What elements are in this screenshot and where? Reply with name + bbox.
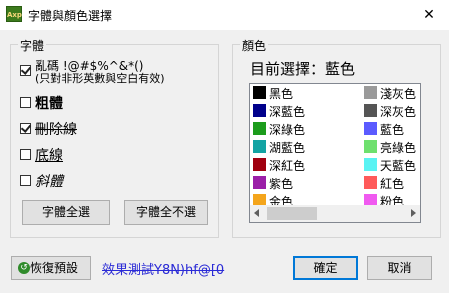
check-icon	[20, 64, 32, 75]
close-icon: ✕	[423, 7, 435, 23]
color-swatch	[253, 104, 266, 117]
garble-checkbox[interactable]	[20, 64, 32, 76]
garble-sublabel: (只對非形英數與空白有效)	[35, 72, 165, 85]
color-swatch	[253, 122, 266, 135]
italic-checkbox[interactable]	[20, 175, 31, 186]
app-icon: Axp	[6, 6, 22, 22]
strikethrough-label: 刪除線	[35, 122, 77, 138]
color-swatch	[364, 158, 377, 171]
color-swatch	[364, 86, 377, 99]
color-listbox[interactable]: 黑色 深藍色 深綠色 湖藍色 深紅色 紫色 金色 淺灰色 深灰色 藍色 亮綠色	[249, 83, 421, 223]
font-group-legend: 字體	[18, 37, 47, 54]
ok-button[interactable]: 確定	[293, 256, 358, 280]
color-swatch	[253, 140, 266, 153]
close-button[interactable]: ✕	[409, 0, 449, 30]
color-swatch	[253, 158, 266, 171]
color-name: 亮綠色	[380, 141, 417, 155]
bold-label: 粗體	[35, 96, 63, 112]
color-group-legend: 顏色	[240, 37, 269, 54]
color-swatch	[253, 176, 266, 189]
color-name: 深綠色	[269, 123, 306, 137]
scrollbar-thumb[interactable]	[267, 207, 317, 220]
italic-label: 斜體	[35, 174, 63, 190]
title-bar: Axp 字體與顏色選擇 ✕	[0, 0, 449, 30]
select-all-fonts-button[interactable]: 字體全選	[22, 200, 110, 225]
color-name: 紅色	[380, 177, 405, 191]
restore-icon: ↺	[18, 262, 30, 274]
color-name: 天藍色	[380, 159, 417, 173]
restore-defaults-label: 恢復預設	[30, 261, 79, 275]
cancel-button[interactable]: 取消	[367, 256, 432, 280]
strikethrough-checkbox[interactable]	[20, 122, 32, 134]
color-swatch	[364, 140, 377, 153]
color-name: 藍色	[380, 123, 405, 137]
scroll-right-icon[interactable]	[411, 209, 416, 217]
color-name: 紫色	[269, 177, 294, 191]
window-title: 字體與顏色選擇	[28, 9, 113, 23]
color-name: 湖藍色	[269, 141, 306, 155]
deselect-all-fonts-button[interactable]: 字體全不選	[124, 200, 208, 225]
color-swatch	[364, 104, 377, 117]
color-swatch	[364, 122, 377, 135]
current-color-label: 目前選擇：藍色	[250, 60, 356, 78]
underline-label: 底線	[35, 148, 63, 164]
color-name: 深藍色	[269, 105, 306, 119]
horizontal-scrollbar[interactable]	[250, 205, 420, 222]
restore-defaults-button[interactable]: ↺ 恢復預設	[11, 256, 91, 280]
bold-checkbox[interactable]	[20, 97, 31, 108]
color-name: 淺灰色	[380, 87, 417, 101]
check-icon	[20, 122, 32, 133]
color-name: 深灰色	[380, 105, 417, 119]
color-swatch	[253, 86, 266, 99]
color-swatch	[364, 176, 377, 189]
color-name: 深紅色	[269, 159, 306, 173]
scroll-left-icon[interactable]	[254, 209, 259, 217]
underline-checkbox[interactable]	[20, 149, 31, 160]
preview-text: 效果測試Y8N)hf@[0	[102, 263, 225, 278]
color-name: 黑色	[269, 87, 294, 101]
